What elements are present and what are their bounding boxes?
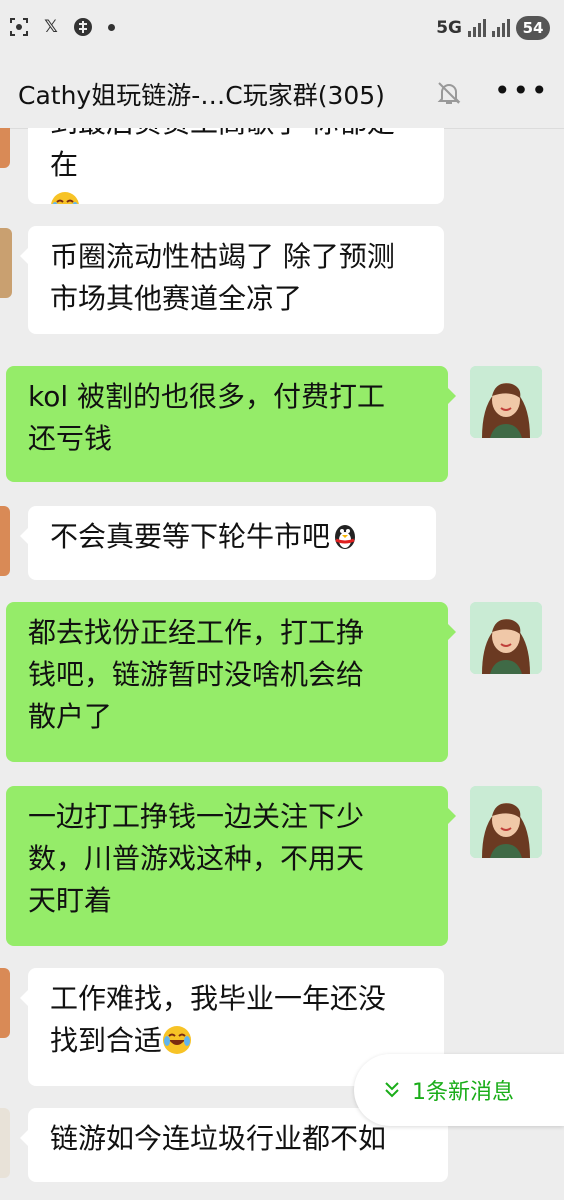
message-line: 找到合适 — [50, 1024, 163, 1057]
status-bar: 𝕏 5G 54 — [0, 0, 564, 58]
penguin-emoji-icon — [335, 525, 356, 549]
message-line: 币圈流动性枯竭了 除了预测 — [50, 240, 395, 273]
laugh-cry-emoji-icon — [51, 192, 79, 204]
my-avatar[interactable] — [470, 786, 542, 858]
message-bubble-incoming[interactable]: 到最后负责工高歌了 你都是在 — [28, 128, 444, 204]
chat-header: Cathy姐玩链游-…C玩家群(305) ••• — [0, 58, 564, 129]
sender-avatar[interactable] — [0, 506, 10, 576]
message-line: 链游如今连垃圾行业都不如 — [50, 1122, 387, 1155]
message-bubble-incoming[interactable]: 不会真要等下轮牛市吧 — [20, 506, 436, 580]
more-notifications-dot — [108, 23, 115, 31]
my-avatar[interactable] — [470, 366, 542, 438]
sender-avatar[interactable] — [0, 968, 10, 1038]
message-bubble-outgoing[interactable]: kol 被割的也很多，付费打工 还亏钱 — [6, 366, 456, 482]
laugh-cry-emoji-icon — [163, 1026, 192, 1054]
chat-messages[interactable]: 到最后负责工高歌了 你都是在 币圈流动性枯竭了 除了预测 市场其他赛道全凉了 k… — [0, 128, 564, 1200]
message-line: 都去找份正经工作，打工挣 — [28, 616, 365, 649]
message-bubble-outgoing[interactable]: 都去找份正经工作，打工挣 钱吧，链游暂时没啥机会给 散户了 — [6, 602, 456, 762]
message-line: 一边打工挣钱一边关注下少 — [28, 800, 365, 833]
sender-avatar[interactable] — [0, 1108, 10, 1178]
battery-level: 54 — [516, 16, 550, 40]
sender-avatar[interactable] — [0, 128, 10, 168]
message-bubble-outgoing[interactable]: 一边打工挣钱一边关注下少 数，川普游戏这种，不用天 天盯着 — [6, 786, 456, 946]
screenshot-icon — [8, 16, 30, 38]
chat-title[interactable]: Cathy姐玩链游-…C玩家群(305) — [18, 76, 385, 112]
new-messages-button[interactable]: 1条新消息 — [354, 1054, 564, 1126]
message-line: 数，川普游戏这种，不用天 — [28, 842, 365, 875]
app-notification-icon — [72, 16, 94, 38]
message-line: 钱吧，链游暂时没啥机会给 — [28, 658, 365, 691]
message-line: 工作难找，我毕业一年还没 — [50, 982, 387, 1015]
signal-icon-2 — [492, 19, 510, 37]
message-line: 散户了 — [28, 700, 113, 733]
sender-avatar[interactable] — [0, 228, 12, 298]
signal-icon — [468, 19, 486, 37]
message-bubble-incoming[interactable]: 币圈流动性枯竭了 除了预测 市场其他赛道全凉了 — [20, 226, 444, 334]
more-options-icon[interactable]: ••• — [494, 74, 550, 107]
message-line: 不会真要等下轮牛市吧 — [50, 520, 331, 553]
message-line: 天盯着 — [28, 884, 113, 917]
network-type: 5G — [436, 18, 462, 38]
x-app-icon: 𝕏 — [44, 17, 58, 37]
message-line: kol 被割的也很多，付费打工 — [28, 380, 386, 413]
new-messages-label: 1条新消息 — [412, 1080, 514, 1105]
message-line: 还亏钱 — [28, 422, 113, 455]
muted-bell-icon — [434, 78, 464, 108]
my-avatar[interactable] — [470, 602, 542, 674]
double-chevron-down-icon — [385, 1082, 399, 1098]
message-line: 市场其他赛道全凉了 — [50, 282, 303, 315]
